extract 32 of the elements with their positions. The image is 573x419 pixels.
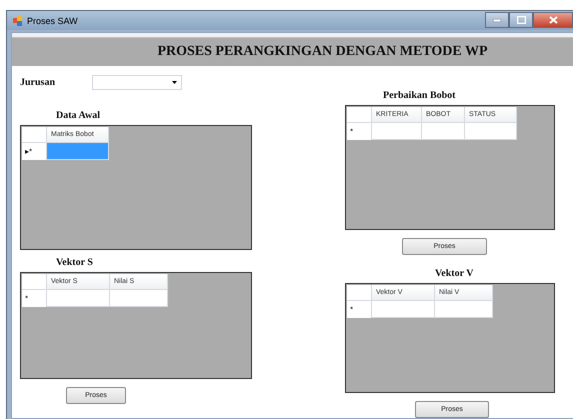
jurusan-label: Jurusan xyxy=(20,76,56,88)
window-title: Proses SAW xyxy=(27,16,78,26)
section-title: Vektor V xyxy=(435,268,474,279)
close-icon xyxy=(548,16,558,24)
grid-cell[interactable] xyxy=(465,123,517,140)
corner-header[interactable] xyxy=(347,285,372,301)
minimize-icon xyxy=(493,18,501,22)
caret-icon xyxy=(172,80,178,84)
row-header: * xyxy=(347,123,372,140)
section-title: Perbaikan Bobot xyxy=(383,90,456,101)
jurusan-dropdown[interactable] xyxy=(92,74,182,90)
corner-header[interactable] xyxy=(22,274,47,290)
row-header: ▸* xyxy=(22,143,47,160)
grid-cell[interactable] xyxy=(110,290,168,307)
grid-cell[interactable] xyxy=(47,143,109,160)
app-icon xyxy=(13,16,23,26)
row-header: * xyxy=(347,301,372,318)
maximize-icon xyxy=(516,16,526,24)
grid-cell[interactable] xyxy=(435,301,493,318)
minimize-button[interactable] xyxy=(485,12,509,28)
section-title: Vektor S xyxy=(56,257,93,268)
section-title: Data Awal xyxy=(56,110,100,121)
close-button[interactable] xyxy=(533,12,573,28)
maximize-button[interactable] xyxy=(509,12,533,28)
page-title: PROSES PERANGKINGAN DENGAN METODE WP xyxy=(157,44,488,60)
row-header: * xyxy=(22,290,47,307)
grid-cell[interactable] xyxy=(372,123,422,140)
corner-header[interactable] xyxy=(347,107,372,123)
grid-cell[interactable] xyxy=(47,290,110,307)
grid-cell[interactable] xyxy=(372,301,435,318)
grid-cell[interactable] xyxy=(422,123,465,140)
corner-header[interactable] xyxy=(22,127,47,143)
